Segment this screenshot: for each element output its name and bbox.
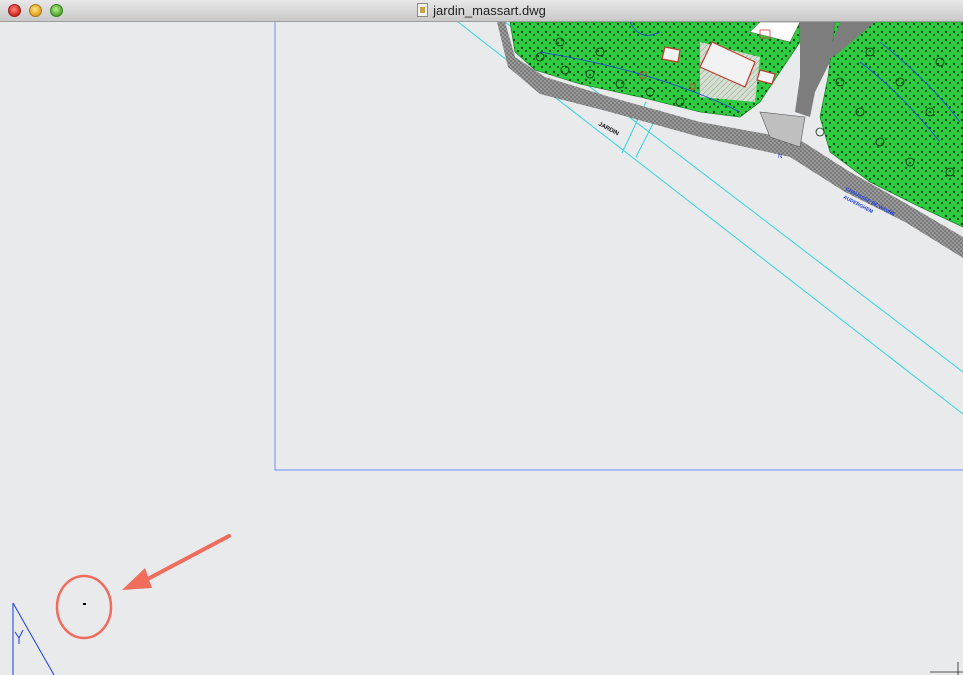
window-title-wrap: jardin_massart.dwg bbox=[0, 3, 963, 19]
origin-dot[interactable] bbox=[83, 603, 86, 605]
ucs-icon bbox=[12, 602, 55, 675]
corner-mark bbox=[930, 662, 963, 675]
window-titlebar[interactable]: jardin_massart.dwg bbox=[0, 0, 963, 22]
circle-highlight-icon bbox=[55, 574, 113, 640]
dwg-file-icon bbox=[417, 3, 429, 17]
drawing-annotation-jardin: JARDIN bbox=[597, 121, 620, 137]
drawing-canvas[interactable]: JARDIN CHAUSSEE DE WAVRE AUDERGHEM N bbox=[0, 22, 963, 675]
drawing-annotation-north: N bbox=[778, 154, 782, 160]
window-title: jardin_massart.dwg bbox=[433, 3, 546, 18]
cad-drawing[interactable]: JARDIN CHAUSSEE DE WAVRE AUDERGHEM N bbox=[0, 22, 963, 675]
arrow-icon bbox=[122, 534, 231, 590]
